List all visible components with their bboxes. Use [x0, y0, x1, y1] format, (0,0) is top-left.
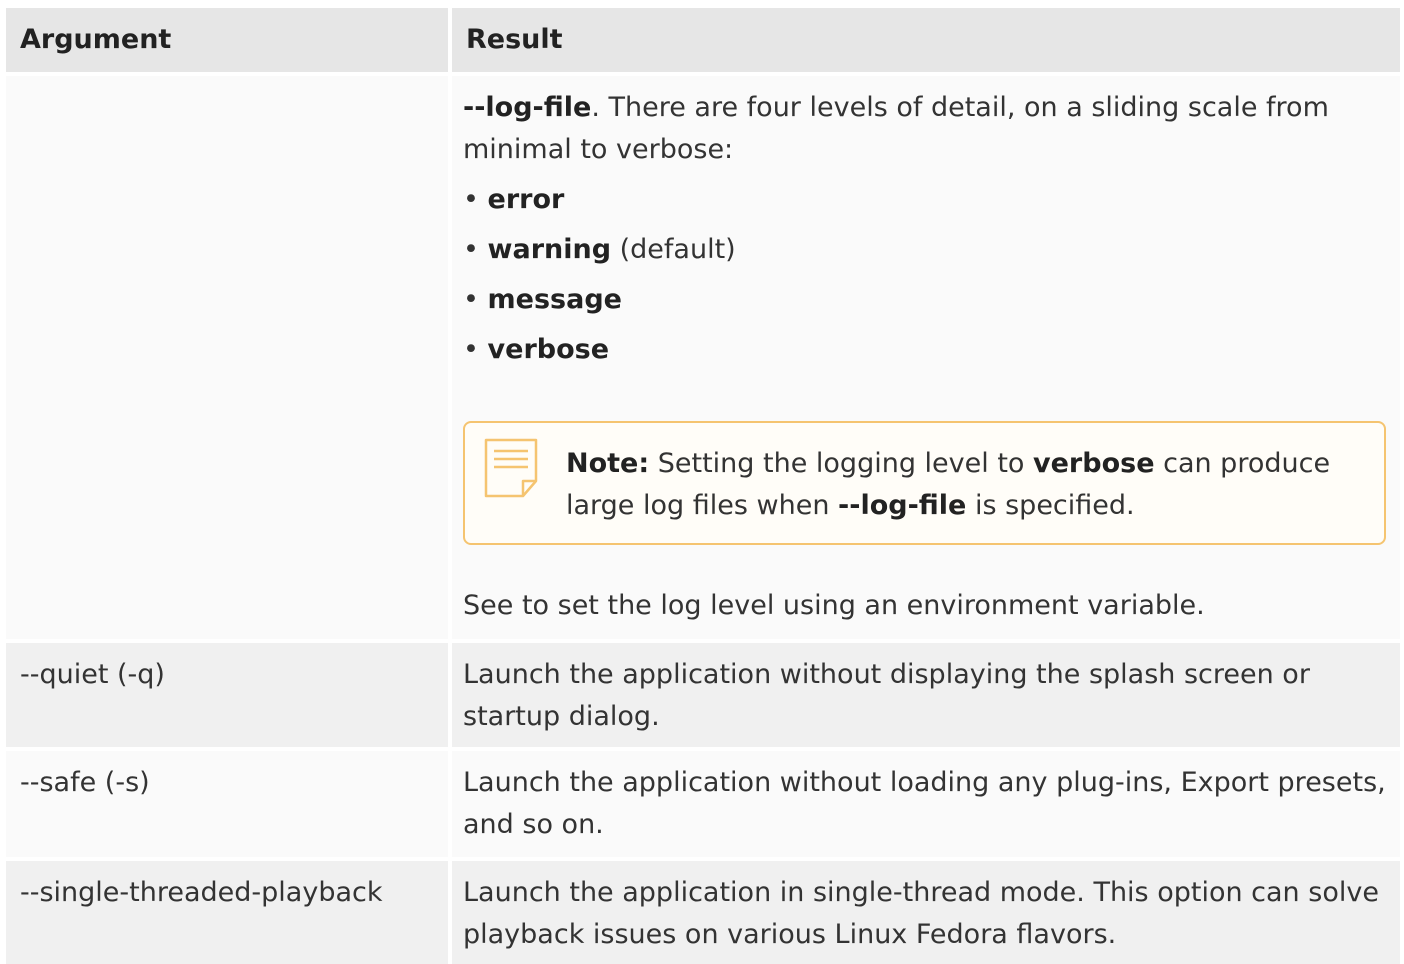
- table-row-log-argument-cell: [6, 76, 448, 639]
- column-header-argument: Argument: [6, 8, 448, 72]
- table-row-argument: --single-threaded-playback: [6, 861, 448, 964]
- table-row-result: Launch the application without displayin…: [452, 643, 1400, 747]
- column-header-result: Result: [452, 8, 1400, 72]
- table-row-result: Launch the application in single-thread …: [452, 861, 1400, 964]
- log-level-item: • error: [463, 184, 565, 215]
- table-row-log-result-cell: --log-file. There are four levels of det…: [452, 76, 1400, 639]
- note-icon: [484, 438, 538, 498]
- log-level-item: • verbose: [463, 334, 610, 365]
- note-text: Note: Setting the logging level to verbo…: [566, 448, 1331, 521]
- log-level-footer: See to set the log level using an enviro…: [463, 590, 1205, 621]
- table-row-result: Launch the application without loading a…: [452, 751, 1400, 857]
- log-file-flag: --log-file: [463, 92, 592, 123]
- log-level-intro: --log-file. There are four levels of det…: [463, 92, 1329, 165]
- log-level-item: • warning (default): [463, 234, 736, 265]
- table-row-argument: --safe (-s): [6, 751, 448, 857]
- table-row-argument: --quiet (-q): [6, 643, 448, 747]
- log-level-item: • message: [463, 284, 622, 315]
- note-callout: Note: Setting the logging level to verbo…: [463, 421, 1386, 545]
- note-label: Note:: [566, 448, 650, 479]
